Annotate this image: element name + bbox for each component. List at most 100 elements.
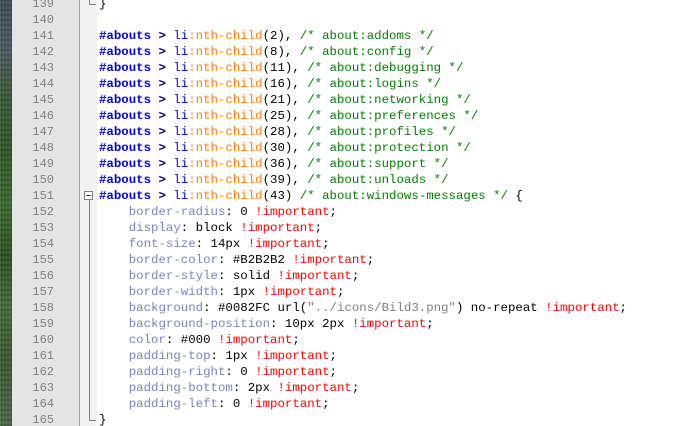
code-token: !important xyxy=(277,269,352,283)
code-line[interactable]: 148 #abouts > li:nth-child(30), /* about:… xyxy=(0,140,691,156)
code-line[interactable]: 143 #abouts > li:nth-child(11), /* about:… xyxy=(0,60,691,76)
code-token: } xyxy=(99,0,107,11)
line-number: 139 xyxy=(32,0,54,11)
code-token: :nth-child xyxy=(188,157,263,171)
line-number: 147 xyxy=(32,125,54,139)
code-line[interactable]: 140 xyxy=(0,12,691,28)
code-line[interactable]: 161 padding-top: 1px !important; xyxy=(0,348,691,364)
code-token: ; xyxy=(351,269,360,283)
code-token: (2), xyxy=(262,29,300,43)
code-token: :nth-child xyxy=(188,61,263,75)
code-token: > xyxy=(151,45,174,59)
code-line[interactable]: 159 background-position: 10px 2px !impor… xyxy=(0,316,691,332)
code-line[interactable]: 145 #abouts > li:nth-child(21), /* about:… xyxy=(0,92,691,108)
code-token: !important xyxy=(545,301,620,315)
code-line[interactable]: 157 border-width: 1px !important; xyxy=(0,284,691,300)
code-token: /* about:unloads */ xyxy=(307,173,449,187)
code-line[interactable]: 164 padding-left: 0 !important; xyxy=(0,396,691,412)
code-token: ; xyxy=(329,349,337,363)
code-line[interactable]: 142 #abouts > li:nth-child(8), /* about:c… xyxy=(0,44,691,60)
code-text: #abouts > li:nth-child(30), /* about:pro… xyxy=(99,140,471,156)
code-token: "../icons/Bild3.png" xyxy=(307,301,456,315)
code-line[interactable]: 153 display: block !important; xyxy=(0,220,691,236)
fold-collapse-icon[interactable] xyxy=(84,191,93,200)
code-token: > xyxy=(151,29,174,43)
code-token: ; xyxy=(351,381,360,395)
code-token: border-style xyxy=(99,269,218,283)
code-token: : 1px xyxy=(217,285,263,299)
line-number: 149 xyxy=(32,157,54,171)
code-line[interactable]: 146 #abouts > li:nth-child(25), /* about:… xyxy=(0,108,691,124)
code-line[interactable]: 156 border-style: solid !important; xyxy=(0,268,691,284)
line-number: 141 xyxy=(32,29,54,43)
line-number: 162 xyxy=(32,365,54,379)
code-token: border-width xyxy=(99,285,218,299)
code-token: : 0 xyxy=(225,205,256,219)
code-token: ; xyxy=(292,333,300,347)
code-token: #abouts xyxy=(99,157,152,171)
code-text: #abouts > li:nth-child(36), /* about:sup… xyxy=(99,156,449,172)
code-token: /* about:windows-messages */ xyxy=(299,189,508,203)
code-token: > xyxy=(151,125,174,139)
code-token: !important xyxy=(255,205,330,219)
code-token: ; xyxy=(336,285,345,299)
code-line[interactable]: 165} xyxy=(0,412,691,426)
code-line[interactable]: 144 #abouts > li:nth-child(16), /* about:… xyxy=(0,76,691,92)
code-token: ; xyxy=(322,237,330,251)
code-token: color xyxy=(99,333,166,347)
code-token: li xyxy=(173,109,189,123)
code-line[interactable]: 155 border-color: #B2B2B2 !important; xyxy=(0,252,691,268)
code-token: li xyxy=(173,45,189,59)
code-text: #abouts > li:nth-child(39), /* about:unl… xyxy=(99,172,449,188)
code-token: :nth-child xyxy=(188,77,263,91)
code-token: > xyxy=(151,141,174,155)
code-line[interactable]: 151 #abouts > li:nth-child(43) /* about:w… xyxy=(0,188,691,204)
code-token: li xyxy=(173,77,189,91)
line-number: 143 xyxy=(32,61,54,75)
code-token: #abouts xyxy=(99,125,152,139)
line-number: 154 xyxy=(32,237,54,251)
code-token: ; xyxy=(619,301,627,315)
code-token: li xyxy=(173,189,189,203)
code-line[interactable]: 149 #abouts > li:nth-child(36), /* about:… xyxy=(0,156,691,172)
code-line[interactable]: 141 #abouts > li:nth-child(2), /* about:a… xyxy=(0,28,691,44)
code-line[interactable]: 150 #abouts > li:nth-child(39), /* about:… xyxy=(0,172,691,188)
code-token: (30), xyxy=(262,141,308,155)
code-token: ; xyxy=(366,253,375,267)
code-line[interactable]: 139} xyxy=(0,0,691,12)
code-token: #abouts xyxy=(99,29,152,43)
code-text: padding-left: 0 !important; xyxy=(99,396,330,412)
code-token: > xyxy=(151,189,174,203)
code-text: padding-top: 1px !important; xyxy=(99,348,337,364)
line-number: 152 xyxy=(32,205,54,219)
line-number: 164 xyxy=(32,397,54,411)
code-token: ; xyxy=(426,317,434,331)
code-token: background xyxy=(99,301,204,315)
line-number: 158 xyxy=(32,301,54,315)
code-line[interactable]: 163 padding-bottom: 2px !important; xyxy=(0,380,691,396)
code-line[interactable]: 147 #abouts > li:nth-child(28), /* about:… xyxy=(0,124,691,140)
code-token: ; xyxy=(329,365,337,379)
code-token: > xyxy=(151,61,174,75)
code-line[interactable]: 158 background: #0082FC url("../icons/Bi… xyxy=(0,300,691,316)
code-text: } xyxy=(99,412,106,426)
code-text: #abouts > li:nth-child(43) /* about:wind… xyxy=(99,188,523,204)
code-token: (8), xyxy=(262,45,300,59)
code-token: (11), xyxy=(262,61,308,75)
code-token: : 0 xyxy=(217,397,248,411)
line-number: 146 xyxy=(32,109,54,123)
code-line[interactable]: 152 border-radius: 0 !important; xyxy=(0,204,691,220)
code-token: :nth-child xyxy=(188,45,263,59)
code-token: #abouts xyxy=(99,173,152,187)
code-line[interactable]: 154 font-size: 14px !important; xyxy=(0,236,691,252)
code-token: border-radius xyxy=(99,205,226,219)
code-token: :nth-child xyxy=(188,93,263,107)
code-token: !important xyxy=(277,381,352,395)
line-number: 155 xyxy=(32,253,54,267)
code-line[interactable]: 162 padding-right: 0 !important; xyxy=(0,364,691,380)
line-number: 150 xyxy=(32,173,54,187)
code-text: padding-right: 0 !important; xyxy=(99,364,337,380)
code-token: #abouts xyxy=(99,61,152,75)
code-token: : #0082FC url( xyxy=(203,301,308,315)
code-line[interactable]: 160 color: #000 !important; xyxy=(0,332,691,348)
